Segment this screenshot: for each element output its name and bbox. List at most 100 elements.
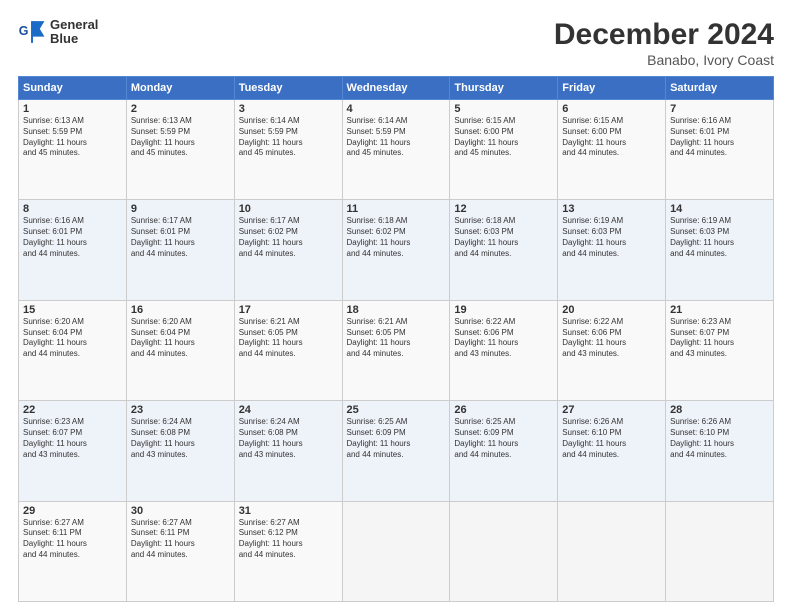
- day-info: Sunrise: 6:17 AM Sunset: 6:01 PM Dayligh…: [131, 216, 230, 259]
- day-info: Sunrise: 6:21 AM Sunset: 6:05 PM Dayligh…: [347, 317, 446, 360]
- calendar-header-row: SundayMondayTuesdayWednesdayThursdayFrid…: [19, 77, 774, 100]
- calendar-cell: 1Sunrise: 6:13 AM Sunset: 5:59 PM Daylig…: [19, 100, 127, 200]
- day-info: Sunrise: 6:14 AM Sunset: 5:59 PM Dayligh…: [239, 116, 338, 159]
- calendar-cell: [342, 501, 450, 601]
- calendar-week-5: 29 Sunrise: 6:27 AM Sunset: 6:11 PM Dayli…: [19, 501, 774, 601]
- day-info: Sunrise: 6:18 AM Sunset: 6:02 PM Dayligh…: [347, 216, 446, 259]
- day-info: Sunrise: 6:19 AM Sunset: 6:03 PM Dayligh…: [670, 216, 769, 259]
- calendar-cell: 7Sunrise: 6:16 AM Sunset: 6:01 PM Daylig…: [666, 100, 774, 200]
- calendar-week-1: 1Sunrise: 6:13 AM Sunset: 5:59 PM Daylig…: [19, 100, 774, 200]
- day-number: 6: [562, 103, 661, 115]
- day-number: 10: [239, 203, 338, 215]
- calendar-cell: 8Sunrise: 6:16 AM Sunset: 6:01 PM Daylig…: [19, 200, 127, 300]
- calendar-cell: 3Sunrise: 6:14 AM Sunset: 5:59 PM Daylig…: [234, 100, 342, 200]
- day-number: 14: [670, 203, 769, 215]
- calendar-cell: 15Sunrise: 6:20 AM Sunset: 6:04 PM Dayli…: [19, 300, 127, 400]
- day-number: 13: [562, 203, 661, 215]
- day-info: Sunrise: 6:24 AM Sunset: 6:08 PM Dayligh…: [131, 417, 230, 460]
- calendar-header-tuesday: Tuesday: [234, 77, 342, 100]
- day-number: 27: [562, 404, 661, 416]
- day-info: Sunrise: 6:16 AM Sunset: 6:01 PM Dayligh…: [670, 116, 769, 159]
- calendar-cell: 25Sunrise: 6:25 AM Sunset: 6:09 PM Dayli…: [342, 401, 450, 501]
- subtitle: Banabo, Ivory Coast: [554, 52, 774, 68]
- svg-text:G: G: [19, 24, 29, 38]
- day-info: Sunrise: 6:22 AM Sunset: 6:06 PM Dayligh…: [454, 317, 553, 360]
- day-info: Sunrise: 6:14 AM Sunset: 5:59 PM Dayligh…: [347, 116, 446, 159]
- day-info: Sunrise: 6:15 AM Sunset: 6:00 PM Dayligh…: [454, 116, 553, 159]
- day-number: 9: [131, 203, 230, 215]
- calendar-cell: 17Sunrise: 6:21 AM Sunset: 6:05 PM Dayli…: [234, 300, 342, 400]
- calendar-cell: 21Sunrise: 6:23 AM Sunset: 6:07 PM Dayli…: [666, 300, 774, 400]
- calendar-cell: 24Sunrise: 6:24 AM Sunset: 6:08 PM Dayli…: [234, 401, 342, 501]
- calendar-cell: 18Sunrise: 6:21 AM Sunset: 6:05 PM Dayli…: [342, 300, 450, 400]
- logo-icon: G: [18, 18, 46, 46]
- day-info: Sunrise: 6:22 AM Sunset: 6:06 PM Dayligh…: [562, 317, 661, 360]
- calendar-cell: 11Sunrise: 6:18 AM Sunset: 6:02 PM Dayli…: [342, 200, 450, 300]
- calendar-cell: 16Sunrise: 6:20 AM Sunset: 6:04 PM Dayli…: [126, 300, 234, 400]
- day-info: Sunrise: 6:25 AM Sunset: 6:09 PM Dayligh…: [347, 417, 446, 460]
- calendar-header-wednesday: Wednesday: [342, 77, 450, 100]
- calendar-week-3: 15Sunrise: 6:20 AM Sunset: 6:04 PM Dayli…: [19, 300, 774, 400]
- day-info: Sunrise: 6:20 AM Sunset: 6:04 PM Dayligh…: [23, 317, 122, 360]
- calendar-header-friday: Friday: [558, 77, 666, 100]
- day-number: 31: [239, 505, 338, 517]
- calendar-cell: 6Sunrise: 6:15 AM Sunset: 6:00 PM Daylig…: [558, 100, 666, 200]
- day-number: 23: [131, 404, 230, 416]
- main-title: December 2024: [554, 18, 774, 52]
- calendar-week-2: 8Sunrise: 6:16 AM Sunset: 6:01 PM Daylig…: [19, 200, 774, 300]
- day-number: 16: [131, 304, 230, 316]
- day-info: Sunrise: 6:26 AM Sunset: 6:10 PM Dayligh…: [562, 417, 661, 460]
- day-info: Sunrise: 6:27 AM Sunset: 6:12 PM Dayligh…: [239, 518, 338, 561]
- day-number: 20: [562, 304, 661, 316]
- day-number: 5: [454, 103, 553, 115]
- calendar-cell: 10Sunrise: 6:17 AM Sunset: 6:02 PM Dayli…: [234, 200, 342, 300]
- day-info: Sunrise: 6:15 AM Sunset: 6:00 PM Dayligh…: [562, 116, 661, 159]
- day-number: 28: [670, 404, 769, 416]
- day-info: Sunrise: 6:17 AM Sunset: 6:02 PM Dayligh…: [239, 216, 338, 259]
- day-info: Sunrise: 6:24 AM Sunset: 6:08 PM Dayligh…: [239, 417, 338, 460]
- calendar-header-saturday: Saturday: [666, 77, 774, 100]
- calendar-cell: 19Sunrise: 6:22 AM Sunset: 6:06 PM Dayli…: [450, 300, 558, 400]
- day-info: Sunrise: 6:23 AM Sunset: 6:07 PM Dayligh…: [670, 317, 769, 360]
- page: G General Blue December 2024 Banabo, Ivo…: [0, 0, 792, 612]
- day-number: 15: [23, 304, 122, 316]
- calendar-cell: 5Sunrise: 6:15 AM Sunset: 6:00 PM Daylig…: [450, 100, 558, 200]
- calendar: SundayMondayTuesdayWednesdayThursdayFrid…: [18, 76, 774, 602]
- calendar-cell: 4Sunrise: 6:14 AM Sunset: 5:59 PM Daylig…: [342, 100, 450, 200]
- calendar-cell: 20Sunrise: 6:22 AM Sunset: 6:06 PM Dayli…: [558, 300, 666, 400]
- logo-line2: Blue: [50, 32, 98, 46]
- day-number: 12: [454, 203, 553, 215]
- title-block: December 2024 Banabo, Ivory Coast: [554, 18, 774, 68]
- header: G General Blue December 2024 Banabo, Ivo…: [18, 18, 774, 68]
- day-number: 18: [347, 304, 446, 316]
- calendar-header-monday: Monday: [126, 77, 234, 100]
- day-number: 25: [347, 404, 446, 416]
- calendar-cell: 12Sunrise: 6:18 AM Sunset: 6:03 PM Dayli…: [450, 200, 558, 300]
- logo: G General Blue: [18, 18, 98, 47]
- day-info: Sunrise: 6:23 AM Sunset: 6:07 PM Dayligh…: [23, 417, 122, 460]
- day-number: 3: [239, 103, 338, 115]
- day-info: Sunrise: 6:20 AM Sunset: 6:04 PM Dayligh…: [131, 317, 230, 360]
- day-info: Sunrise: 6:27 AM Sunset: 6:11 PM Dayligh…: [131, 518, 230, 561]
- day-number: 21: [670, 304, 769, 316]
- calendar-cell: 14Sunrise: 6:19 AM Sunset: 6:03 PM Dayli…: [666, 200, 774, 300]
- calendar-cell: [450, 501, 558, 601]
- day-number: 29: [23, 505, 122, 517]
- day-number: 30: [131, 505, 230, 517]
- day-info: Sunrise: 6:19 AM Sunset: 6:03 PM Dayligh…: [562, 216, 661, 259]
- calendar-cell: 30Sunrise: 6:27 AM Sunset: 6:11 PM Dayli…: [126, 501, 234, 601]
- day-number: 26: [454, 404, 553, 416]
- day-info: Sunrise: 6:18 AM Sunset: 6:03 PM Dayligh…: [454, 216, 553, 259]
- day-info: Sunrise: 6:13 AM Sunset: 5:59 PM Dayligh…: [23, 116, 122, 159]
- calendar-cell: 29Sunrise: 6:27 AM Sunset: 6:11 PM Dayli…: [19, 501, 127, 601]
- day-number: 2: [131, 103, 230, 115]
- calendar-cell: 27Sunrise: 6:26 AM Sunset: 6:10 PM Dayli…: [558, 401, 666, 501]
- calendar-cell: 2Sunrise: 6:13 AM Sunset: 5:59 PM Daylig…: [126, 100, 234, 200]
- calendar-cell: 26Sunrise: 6:25 AM Sunset: 6:09 PM Dayli…: [450, 401, 558, 501]
- calendar-cell: [558, 501, 666, 601]
- day-number: 1: [23, 103, 122, 115]
- day-info: Sunrise: 6:26 AM Sunset: 6:10 PM Dayligh…: [670, 417, 769, 460]
- day-info: Sunrise: 6:13 AM Sunset: 5:59 PM Dayligh…: [131, 116, 230, 159]
- day-number: 4: [347, 103, 446, 115]
- day-info: Sunrise: 6:16 AM Sunset: 6:01 PM Dayligh…: [23, 216, 122, 259]
